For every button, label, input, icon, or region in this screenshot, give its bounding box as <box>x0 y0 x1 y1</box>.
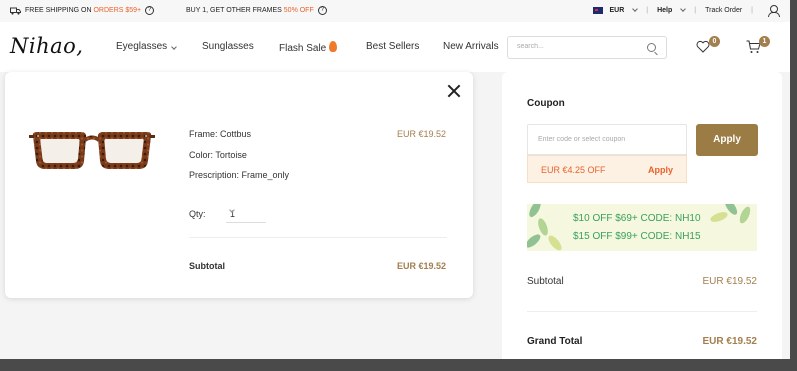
leaf-decoration <box>546 233 564 251</box>
divider: | <box>694 7 697 14</box>
chevron-down-icon <box>171 44 177 50</box>
user-icon[interactable] <box>768 5 780 17</box>
nav-flash-sale[interactable]: Flash Sale <box>279 41 338 54</box>
top-right-links: EUR | Help | Track Order | <box>593 5 780 17</box>
coupon-field[interactable] <box>527 124 687 155</box>
leaf-decoration <box>527 232 543 250</box>
close-icon[interactable] <box>447 84 461 98</box>
main-header: Nihao, Eyeglasses Sunglasses Flash Sale … <box>0 22 790 72</box>
question-icon[interactable]: ? <box>145 6 155 15</box>
nav-best-sellers[interactable]: Best Sellers <box>366 41 419 52</box>
subtotal-value: EUR €19.52 <box>396 261 446 271</box>
order-summary-panel: Coupon Apply EUR €4.25 OFF Apply $10 OFF… <box>502 72 782 359</box>
frame-name: Frame: Cottbus <box>189 129 252 139</box>
question-icon[interactable]: ? <box>317 6 327 15</box>
apply-coupon-button[interactable]: Apply <box>696 124 758 156</box>
qty-label: Qty: <box>189 209 206 219</box>
suggested-coupon[interactable]: EUR €4.25 OFF Apply <box>527 155 687 183</box>
leaf-decoration <box>709 210 729 224</box>
flame-icon <box>329 41 338 52</box>
promo-code-line-2: $15 OFF $99+ CODE: NH15 <box>573 231 701 242</box>
divider <box>189 237 447 238</box>
summary-subtotal-value: EUR €19.52 <box>702 276 757 287</box>
bogo-highlight: 50% OFF <box>283 7 314 14</box>
free-shipping-promo[interactable]: FREE SHIPPING ON ORDERS $59+ ? <box>10 6 155 15</box>
nav-label: Flash Sale <box>279 43 327 54</box>
logo[interactable]: Nihao, <box>10 34 83 58</box>
wishlist-count-badge: 0 <box>709 36 720 47</box>
nav-eyeglasses[interactable]: Eyeglasses <box>116 41 177 52</box>
cart-count-badge: 1 <box>759 36 770 47</box>
page: FREE SHIPPING ON ORDERS $59+ ? BUY 1, GE… <box>0 0 790 359</box>
help-menu[interactable]: Help <box>657 7 672 14</box>
shipping-highlight: ORDERS $59+ <box>93 7 142 14</box>
coupon-title: Coupon <box>527 98 565 109</box>
promo-code-line-1: $10 OFF $69+ CODE: NH10 <box>573 213 701 224</box>
bogo-promo[interactable]: BUY 1, GET OTHER FRAMES 50% OFF ? <box>186 6 327 15</box>
cart-button[interactable]: 1 <box>746 36 770 58</box>
subtotal-label: Subtotal <box>189 261 225 271</box>
grand-total-label: Grand Total <box>527 336 583 347</box>
truck-icon <box>10 7 21 15</box>
search-input[interactable] <box>517 43 637 50</box>
bogo-text: BUY 1, GET OTHER FRAMES <box>186 7 282 14</box>
heart-icon <box>696 40 710 53</box>
leaf-decoration <box>737 205 753 225</box>
apply-suggested-coupon-link[interactable]: Apply <box>648 165 673 175</box>
flag-icon <box>593 7 604 14</box>
qty-select[interactable]: 1 <box>226 203 266 223</box>
currency-selector[interactable]: EUR <box>609 7 624 14</box>
nav-label: Eyeglasses <box>116 41 168 52</box>
search-box[interactable] <box>507 36 667 59</box>
coupon-input[interactable] <box>538 136 678 143</box>
search-icon[interactable] <box>647 43 656 52</box>
promo-code-banner: $10 OFF $69+ CODE: NH10 $15 OFF $99+ COD… <box>527 204 757 251</box>
divider: | <box>646 7 649 14</box>
product-image[interactable] <box>29 128 155 172</box>
leaf-decoration <box>527 204 543 219</box>
shipping-text: FREE SHIPPING ON <box>25 7 92 14</box>
frame-color: Color: Tortoise <box>189 150 247 160</box>
divider <box>527 311 757 312</box>
suggested-coupon-amount: EUR €4.25 OFF <box>541 165 606 175</box>
chevron-down-icon <box>680 6 687 12</box>
prescription-type: Prescription: Frame_only <box>189 170 290 180</box>
nav-new-arrivals[interactable]: New Arrivals <box>443 41 499 52</box>
summary-subtotal-label: Subtotal <box>527 276 564 287</box>
item-price: EUR €19.52 <box>396 129 446 139</box>
wishlist-button[interactable]: 0 <box>696 36 720 58</box>
nav-sunglasses[interactable]: Sunglasses <box>202 41 254 52</box>
divider: | <box>751 7 753 14</box>
cart-item-modal: Frame: Cottbus Color: Tortoise Prescript… <box>5 72 473 298</box>
grand-total-value: EUR €19.52 <box>702 336 757 347</box>
chevron-down-icon <box>632 6 639 12</box>
track-order-link[interactable]: Track Order <box>705 7 742 14</box>
top-promo-bar: FREE SHIPPING ON ORDERS $59+ ? BUY 1, GE… <box>0 0 790 22</box>
